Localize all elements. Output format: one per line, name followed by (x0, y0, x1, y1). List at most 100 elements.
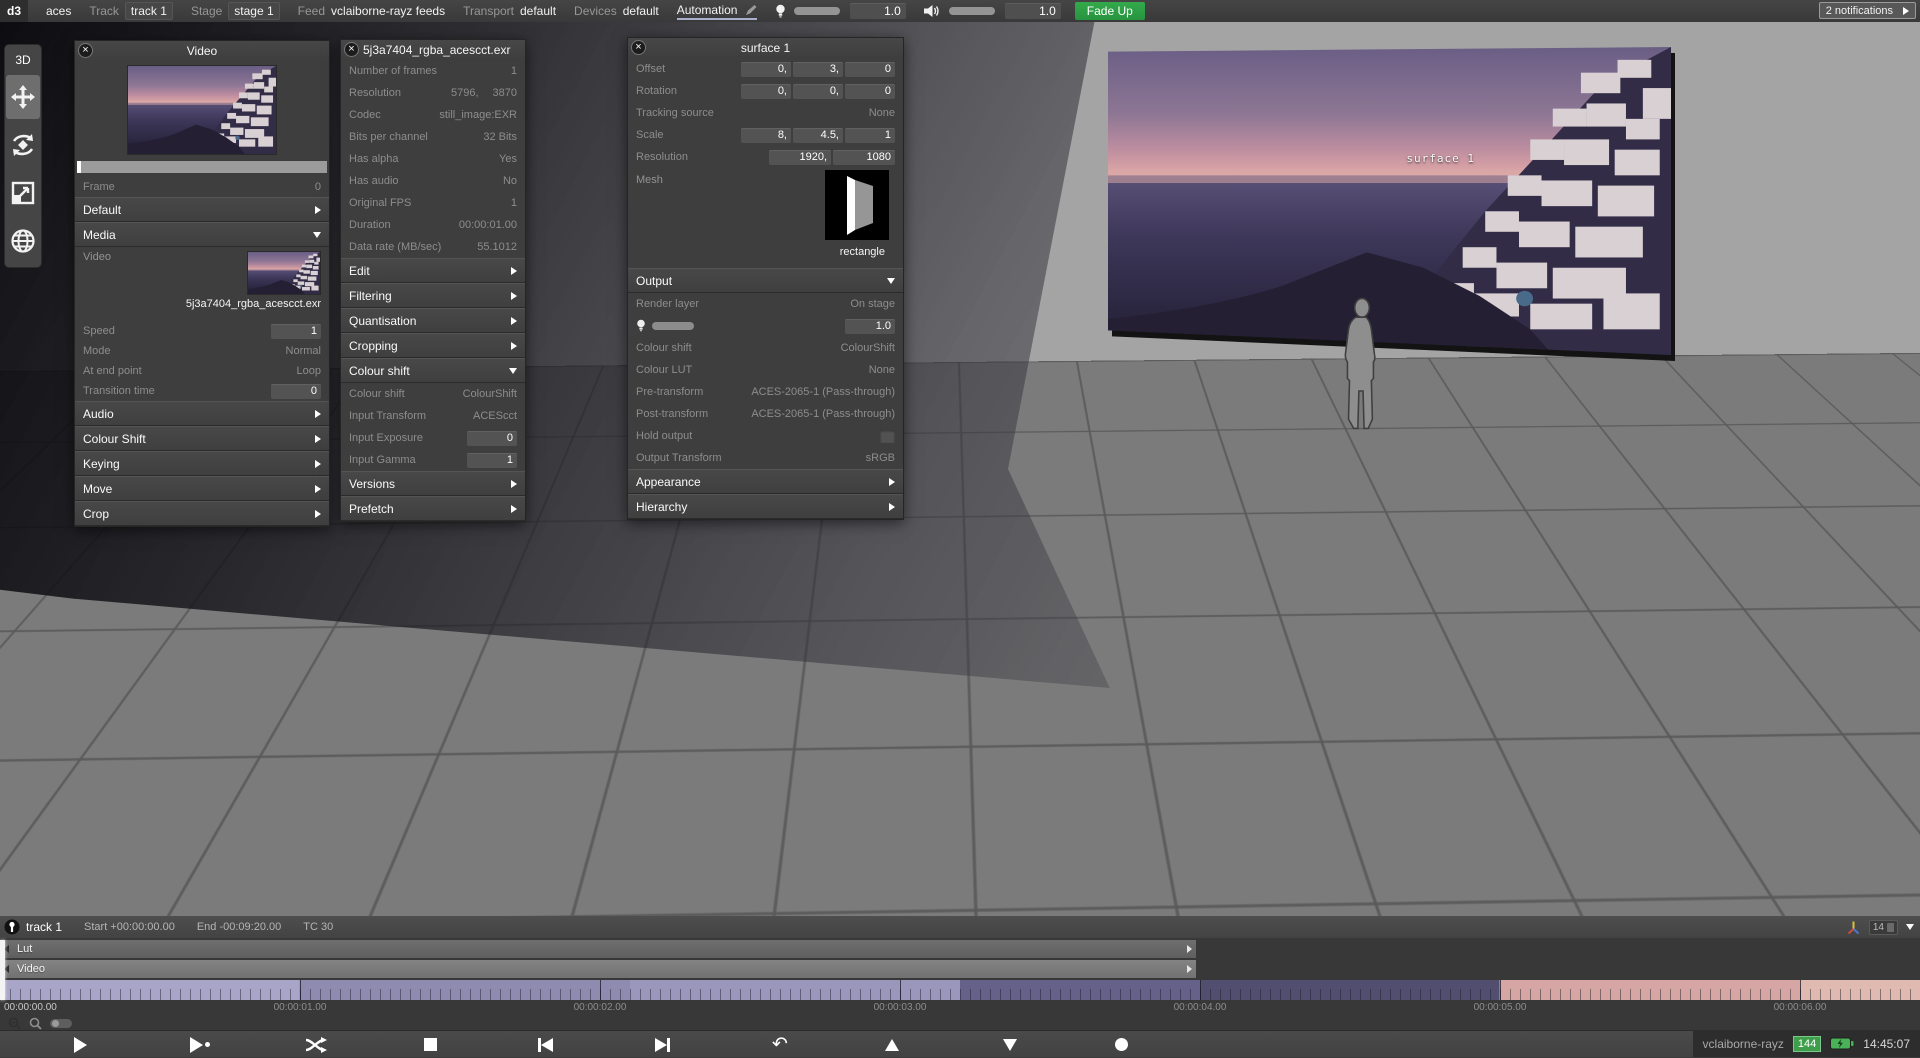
input-gamma-field[interactable]: 1 (467, 453, 517, 468)
previous-track-button[interactable] (877, 1031, 907, 1058)
post-transform-value[interactable]: ACES-2065-1 (Pass-through) (751, 408, 895, 420)
offset-z-field[interactable]: 0 (845, 62, 895, 77)
track-value[interactable]: track 1 (125, 2, 173, 20)
section-output[interactable]: Output (628, 268, 903, 293)
video-preview-thumbnail[interactable] (127, 65, 277, 155)
section-prefetch[interactable]: Prefetch (341, 496, 525, 521)
cue-button[interactable] (1106, 1031, 1136, 1058)
section-cropping[interactable]: Cropping (341, 333, 525, 358)
section-move[interactable]: Move (75, 476, 329, 501)
timeline-ruler[interactable] (0, 980, 1920, 1000)
playhead[interactable] (0, 940, 5, 1000)
notifications-button[interactable]: 2 notifications (1819, 2, 1916, 19)
return-to-start-button[interactable]: ↶ (765, 1031, 795, 1058)
layer-end-arrow-icon[interactable] (1187, 965, 1192, 973)
devices-value[interactable]: default (623, 4, 659, 18)
tracking-source-value[interactable]: None (869, 107, 895, 119)
colour-shift-value[interactable]: ColourShift (463, 388, 517, 400)
menu-aces[interactable]: aces (46, 4, 71, 18)
layer-row-lut[interactable]: Lut (0, 940, 1196, 958)
section-hierarchy[interactable]: Hierarchy (628, 494, 903, 519)
pre-transform-value[interactable]: ACES-2065-1 (Pass-through) (751, 386, 895, 398)
next-section-button[interactable] (647, 1031, 677, 1058)
beat-field[interactable]: 14 (1869, 920, 1898, 935)
resolution-h-field[interactable]: 1080 (833, 150, 895, 165)
volume-value-field[interactable]: 1.0 (1005, 3, 1061, 19)
surface-brightness-field[interactable]: 1.0 (845, 319, 895, 334)
transport-value[interactable]: default (520, 4, 556, 18)
rotation-z-field[interactable]: 0 (845, 84, 895, 99)
next-track-button[interactable] (995, 1031, 1025, 1058)
section-keying[interactable]: Keying (75, 451, 329, 476)
media-asset-thumbnail[interactable] (247, 251, 321, 295)
scale-x-field[interactable]: 8, (741, 128, 791, 143)
zoom-in-icon[interactable] (29, 1017, 42, 1030)
scale-y-field[interactable]: 4.5, (793, 128, 843, 143)
endpoint-value[interactable]: Loop (297, 365, 321, 377)
view-mode-button[interactable]: 3D (15, 47, 30, 73)
layer-end-arrow-icon[interactable] (1187, 945, 1192, 953)
menu-automation[interactable]: Automation (677, 3, 757, 20)
section-audio[interactable]: Audio (75, 401, 329, 426)
menu-transport[interactable]: Transportdefault (463, 4, 556, 18)
stop-button[interactable] (415, 1031, 445, 1058)
collapse-timeline-icon[interactable] (1906, 924, 1914, 930)
zoom-slider[interactable] (50, 1019, 72, 1028)
output-transform-value[interactable]: sRGB (866, 452, 895, 464)
play-to-next-button[interactable] (185, 1031, 215, 1058)
section-crop[interactable]: Crop (75, 501, 329, 526)
move-tool-button[interactable] (6, 75, 40, 119)
mode-value[interactable]: Normal (286, 345, 321, 357)
globe-tool-button[interactable] (6, 219, 40, 263)
scale-z-field[interactable]: 1 (845, 128, 895, 143)
section-colour-shift[interactable]: Colour Shift (75, 426, 329, 451)
rotation-x-field[interactable]: 0, (741, 84, 791, 99)
section-colour-shift[interactable]: Colour shift (341, 358, 525, 383)
section-quantisation[interactable]: Quantisation (341, 308, 525, 333)
input-exposure-field[interactable]: 0 (467, 431, 517, 446)
frame-scrub-bar[interactable] (77, 161, 327, 173)
hold-output-checkbox[interactable] (880, 430, 895, 443)
media-filename[interactable]: 5j3a7404_rgba_acescct.exr (186, 298, 321, 310)
scale-tool-button[interactable] (6, 171, 40, 215)
feed-value[interactable]: vclaiborne-rayz feeds (331, 4, 445, 18)
panel-title-bar[interactable]: × 5j3a7404_rgba_acescct.exr (341, 40, 525, 60)
colour-shift-value[interactable]: ColourShift (841, 342, 895, 354)
offset-x-field[interactable]: 0, (741, 62, 791, 77)
frame-value[interactable]: 0 (315, 181, 321, 193)
stage-viewport[interactable]: surface 1 3D (0, 22, 1920, 916)
layer-row-video[interactable]: Video (0, 960, 1196, 978)
stage-value[interactable]: stage 1 (228, 2, 279, 20)
transition-field[interactable]: 0 (271, 384, 321, 399)
previous-section-button[interactable] (530, 1031, 560, 1058)
speed-field[interactable]: 1 (271, 324, 321, 339)
panel-title-bar[interactable]: × surface 1 (628, 38, 903, 58)
track-bar[interactable]: track 1 Start +00:00:00.00 End -00:09:20… (0, 916, 1920, 938)
brightness-slider[interactable] (794, 7, 840, 15)
menu-devices[interactable]: Devicesdefault (574, 4, 659, 18)
section-media[interactable]: Media (75, 222, 329, 247)
colour-lut-value[interactable]: None (869, 364, 895, 376)
panel-title-bar[interactable]: × Video (75, 41, 329, 61)
fade-up-button[interactable]: Fade Up (1075, 2, 1145, 20)
offset-y-field[interactable]: 3, (793, 62, 843, 77)
play-button[interactable] (65, 1031, 95, 1058)
section-default[interactable]: Default (75, 197, 329, 222)
menu-track[interactable]: Tracktrack 1 (89, 4, 173, 18)
close-icon[interactable]: × (631, 40, 646, 55)
app-logo[interactable]: d3 (0, 0, 28, 22)
section-versions[interactable]: Versions (341, 471, 525, 496)
input-transform-value[interactable]: ACEScct (473, 410, 517, 422)
render-layer-value[interactable]: On stage (850, 298, 895, 310)
mesh-thumbnail[interactable] (825, 170, 889, 240)
section-appearance[interactable]: Appearance (628, 469, 903, 494)
close-icon[interactable]: × (78, 43, 93, 58)
loop-section-button[interactable] (300, 1031, 330, 1058)
stage-screen-surface[interactable]: surface 1 (1108, 47, 1671, 355)
close-icon[interactable]: × (344, 42, 359, 57)
zoom-out-icon[interactable] (8, 1017, 21, 1030)
rotate-tool-button[interactable] (6, 123, 40, 167)
surface-brightness-slider[interactable] (652, 322, 694, 330)
menu-feed[interactable]: Feedvclaiborne-rayz feeds (298, 4, 445, 18)
resolution-w-field[interactable]: 1920, (769, 150, 831, 165)
